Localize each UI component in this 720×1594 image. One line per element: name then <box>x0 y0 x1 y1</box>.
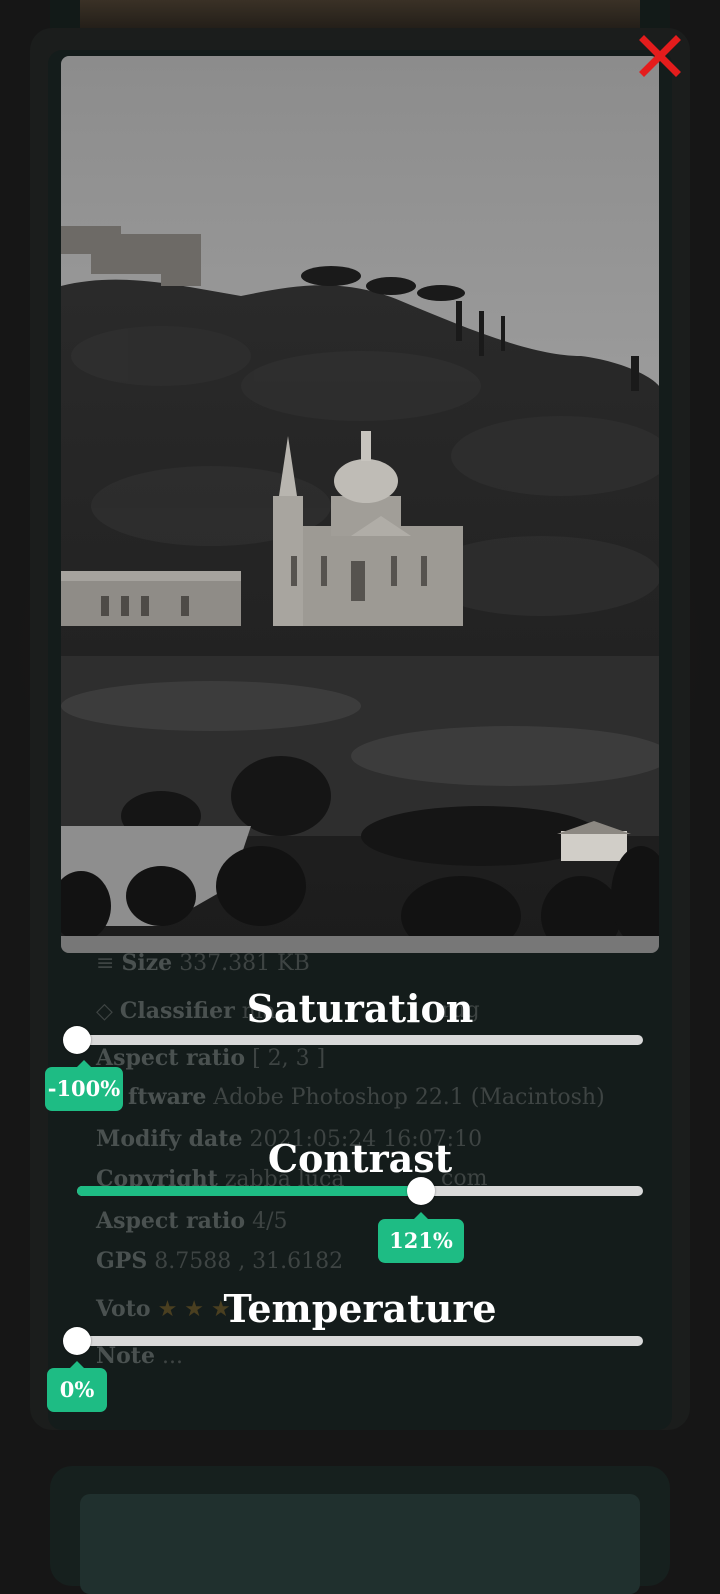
saturation-track[interactable] <box>77 1035 643 1045</box>
aspect-ratio-row: Aspect ratio [ 2, 3 ] <box>96 1045 325 1071</box>
contrast-thumb[interactable] <box>407 1177 435 1205</box>
temperature-thumb[interactable] <box>63 1327 91 1355</box>
size-icon: ≡ <box>96 951 115 976</box>
saturation-value-badge: -100% <box>45 1060 123 1111</box>
gps-value: 8.7588 , 31.6182 <box>154 1249 344 1274</box>
aspect-ratio-2-label: Aspect ratio <box>96 1208 246 1234</box>
contrast-value-badge: 121% <box>378 1212 464 1263</box>
aspect-ratio-value: [ 2, 3 ] <box>252 1046 326 1071</box>
close-icon <box>639 35 681 77</box>
background-photo-strip <box>80 0 640 28</box>
preview-photo <box>61 56 659 953</box>
contrast-track[interactable] <box>77 1186 643 1196</box>
software-value: Adobe Photoshop 22.1 (Macintosh) <box>213 1085 605 1110</box>
photo-landscape <box>61 56 659 953</box>
size-label: Size <box>121 950 173 976</box>
size-row: ≡ Size 337.381 KB <box>96 950 310 976</box>
size-value: 337.381 KB <box>179 951 310 976</box>
temperature-track[interactable] <box>77 1336 643 1346</box>
note-value[interactable]: ... <box>162 1344 183 1369</box>
close-button[interactable] <box>636 32 682 78</box>
note-row[interactable]: Note ... <box>96 1343 183 1369</box>
aspect-ratio-2-row: Aspect ratio 4/5 <box>96 1208 288 1234</box>
temperature-value-badge: 0% <box>47 1361 107 1412</box>
gps-row: GPS 8.7588 , 31.6182 <box>96 1248 343 1274</box>
note-label: Note <box>96 1343 155 1369</box>
saturation-title: Saturation <box>246 986 474 1031</box>
temperature-title: Temperature <box>223 1286 497 1331</box>
aspect-ratio-2-value: 4/5 <box>252 1209 288 1234</box>
next-card-image[interactable] <box>80 1494 640 1594</box>
contrast-fill <box>77 1186 423 1196</box>
contrast-title: Contrast <box>267 1136 453 1181</box>
software-label: ftware <box>128 1084 207 1110</box>
software-row: ftware Adobe Photoshop 22.1 (Macintosh) <box>128 1084 605 1110</box>
gps-label: GPS <box>96 1248 148 1274</box>
saturation-thumb[interactable] <box>63 1026 91 1054</box>
